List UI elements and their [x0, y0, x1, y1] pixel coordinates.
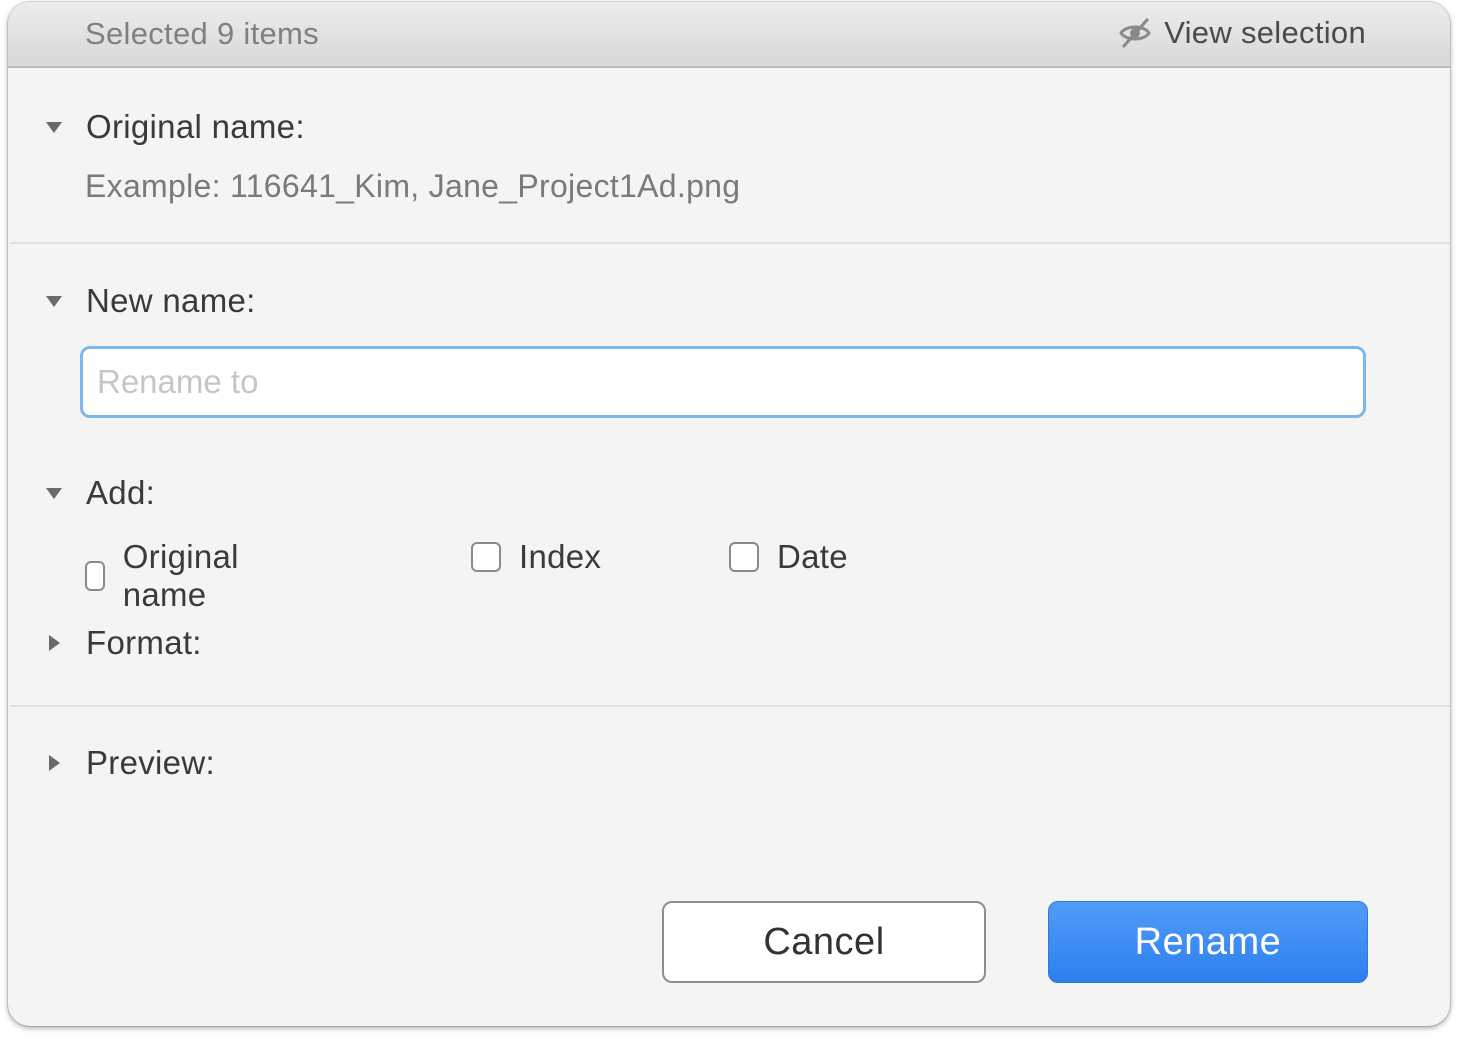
selection-count-title: Selected 9 items: [85, 16, 319, 51]
checkbox-label: Original name: [122, 538, 239, 613]
original-name-label: Original name:: [86, 108, 305, 145]
format-section-header[interactable]: Format:: [8, 624, 202, 662]
preview-label: Preview:: [86, 744, 215, 781]
disclosure-triangle-expanded-icon[interactable]: [44, 291, 64, 311]
disclosure-triangle-expanded-icon[interactable]: [44, 117, 64, 137]
disclosure-triangle-expanded-icon[interactable]: [44, 483, 64, 503]
divider: [10, 705, 1450, 707]
checkbox-label: Index: [519, 538, 602, 575]
index-checkbox[interactable]: Index: [471, 538, 601, 576]
rename-button[interactable]: Rename: [1048, 901, 1368, 983]
rename-to-input[interactable]: [80, 346, 1366, 418]
checkbox-box[interactable]: [729, 542, 759, 572]
rename-dialog: Selected 9 items View selection Original…: [8, 2, 1450, 1026]
disclosure-triangle-collapsed-icon[interactable]: [44, 633, 64, 653]
add-label: Add:: [86, 474, 156, 511]
add-section-header: Add:: [8, 474, 155, 512]
date-checkbox[interactable]: Date: [729, 538, 848, 576]
original-name-checkbox[interactable]: Original name: [85, 538, 249, 614]
checkbox-label: Date: [777, 538, 848, 575]
original-name-section-header: Original name:: [8, 108, 305, 146]
new-name-section-header: New name:: [8, 282, 256, 320]
preview-section-header[interactable]: Preview:: [8, 744, 215, 782]
checkbox-box[interactable]: [85, 561, 105, 591]
view-selection-label: View selection: [1164, 15, 1366, 50]
new-name-label: New name:: [86, 282, 256, 319]
disclosure-triangle-collapsed-icon[interactable]: [44, 753, 64, 773]
divider: [10, 242, 1450, 244]
checkbox-box[interactable]: [471, 542, 501, 572]
original-name-example: Example: 116641_Kim, Jane_Project1Ad.png: [85, 168, 741, 204]
eye-slash-icon: [1119, 18, 1151, 48]
title-bar: Selected 9 items View selection: [8, 2, 1450, 68]
view-selection-button[interactable]: View selection: [1118, 15, 1366, 51]
format-label: Format:: [86, 624, 202, 661]
cancel-button[interactable]: Cancel: [662, 901, 986, 983]
